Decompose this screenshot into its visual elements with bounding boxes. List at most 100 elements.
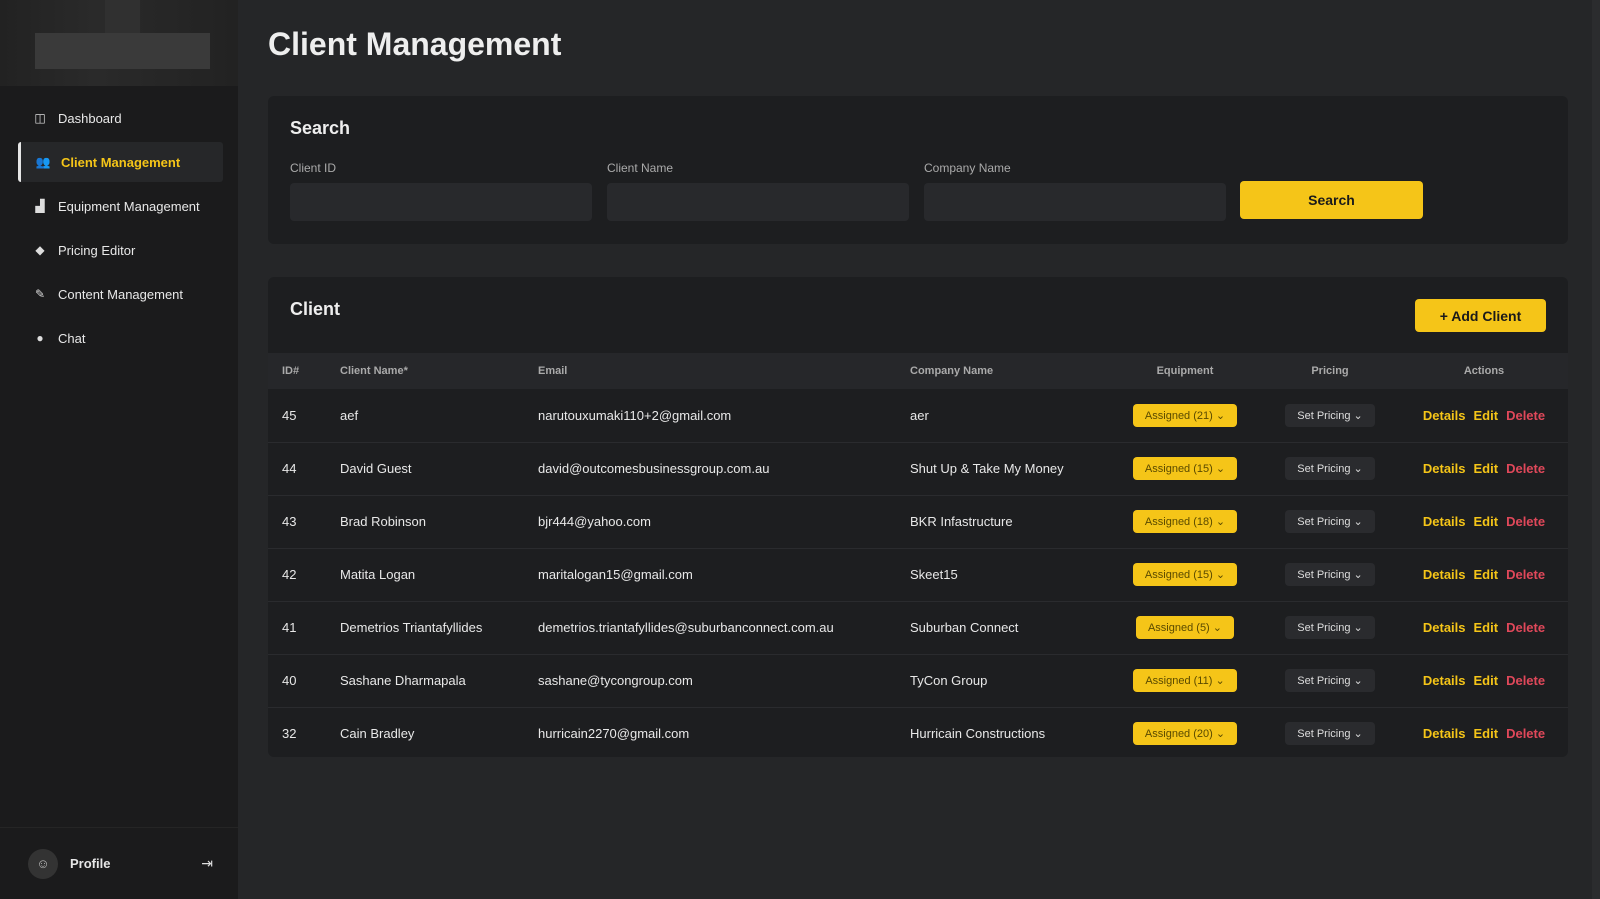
search-title: Search — [290, 118, 351, 138]
equipment-label: Assigned (18) — [1144, 516, 1213, 528]
client-email: bjr444@yahoo.com — [538, 495, 910, 549]
details-link[interactable]: Details — [1423, 567, 1466, 582]
company-name-label: Company Name — [924, 161, 1011, 175]
delete-link[interactable]: Delete — [1506, 726, 1545, 741]
dashboard-icon: ◫ — [34, 111, 46, 125]
edit-link[interactable]: Edit — [1474, 408, 1499, 423]
table-row: 45 aef narutouxumaki110+2@gmail.com aer … — [268, 389, 1568, 443]
company-name-input[interactable] — [924, 183, 1226, 221]
chevron-down-icon: ⌄ — [1215, 463, 1226, 475]
equipment-dropdown[interactable]: Assigned (20) ⌄ — [1132, 722, 1238, 746]
pricing-dropdown[interactable]: Set Pricing ⌄ — [1285, 563, 1375, 586]
logo-blurred — [0, 0, 238, 86]
equipment-dropdown[interactable]: Assigned (15) ⌄ — [1132, 563, 1238, 586]
pricing-dropdown[interactable]: Set Pricing ⌄ — [1285, 510, 1375, 533]
pricing-label: Set Pricing — [1297, 516, 1351, 528]
sidebar-item-equipment-management[interactable]: ▟ Equipment Management — [18, 186, 223, 226]
col-email: Email — [538, 365, 568, 377]
pricing-dropdown[interactable]: Set Pricing ⌄ — [1285, 403, 1375, 427]
client-email: hurricain2270@gmail.com — [538, 726, 690, 742]
table-row: 42 Matita Logan maritalogan15@gmail.com … — [268, 548, 1568, 602]
client-table: ID# Client Name* Email Company Name Equi… — [268, 353, 1568, 760]
pricing-dropdown[interactable]: Set Pricing ⌄ — [1285, 616, 1375, 639]
client-company: aer — [910, 389, 1110, 443]
pricing-dropdown[interactable]: Set Pricing ⌄ — [1285, 722, 1375, 746]
equipment-dropdown[interactable]: Assigned (5) ⌄ — [1135, 616, 1235, 639]
edit-link[interactable]: Edit — [1474, 567, 1499, 582]
equipment-dropdown[interactable]: Assigned (15) ⌄ — [1132, 457, 1238, 480]
col-company: Company Name — [910, 365, 994, 377]
edit-link[interactable]: Edit — [1474, 514, 1499, 529]
client-email: maritalogan15@gmail.com — [538, 548, 910, 602]
sidebar: ◫ Dashboard 👥 Client Management ▟ Equipment M… — [0, 0, 238, 899]
pricing-label: Set Pricing — [1297, 622, 1351, 634]
client-company: BKR Infastructure — [910, 495, 1110, 549]
edit-link[interactable]: Edit — [1474, 461, 1499, 476]
sidebar-item-client-management[interactable]: 👥 Client Management — [18, 142, 223, 182]
chevron-down-icon: ⌄ — [1353, 409, 1363, 422]
client-card: Client + Add Client ID# Client Name* Ema… — [268, 277, 1568, 757]
delete-link[interactable]: Delete — [1506, 567, 1545, 582]
page-title: Client Management — [268, 26, 562, 62]
client-name-field: Client Name — [607, 161, 909, 221]
sidebar-item-chat[interactable]: ● Chat — [18, 318, 223, 358]
client-id-input[interactable] — [290, 183, 592, 221]
pricing-label: Set Pricing — [1297, 728, 1351, 741]
users-icon: 👥 — [35, 155, 51, 169]
edit-link[interactable]: Edit — [1474, 726, 1499, 741]
details-link[interactable]: Details — [1423, 726, 1466, 741]
pricing-dropdown[interactable]: Set Pricing ⌄ — [1285, 669, 1375, 692]
profile-link[interactable]: Profile — [70, 856, 201, 871]
client-company: Shut Up & Take My Money — [910, 442, 1110, 496]
client-company: Hurricain Constructions — [910, 726, 1046, 742]
equipment-dropdown[interactable]: Assigned (21) ⌄ — [1132, 403, 1238, 427]
details-link[interactable]: Details — [1423, 673, 1466, 688]
delete-link[interactable]: Delete — [1506, 514, 1545, 529]
table-row: 40 Sashane Dharmapala sashane@tycongroup… — [268, 654, 1568, 708]
pricing-label: Set Pricing — [1297, 569, 1351, 581]
details-link[interactable]: Details — [1423, 514, 1466, 529]
delete-link[interactable]: Delete — [1506, 461, 1545, 476]
client-id-field: Client ID — [290, 161, 592, 221]
details-link[interactable]: Details — [1423, 461, 1466, 476]
equipment-dropdown[interactable]: Assigned (11) ⌄ — [1133, 669, 1237, 692]
pricing-label: Set Pricing — [1297, 463, 1351, 475]
equipment-label: Assigned (20) — [1144, 728, 1213, 741]
pricing-dropdown[interactable]: Set Pricing ⌄ — [1285, 457, 1375, 480]
col-actions: Actions — [1463, 365, 1505, 377]
equipment-label: Assigned (21) — [1144, 409, 1213, 422]
delete-link[interactable]: Delete — [1506, 408, 1545, 423]
client-name-label: Client Name — [607, 161, 674, 175]
add-client-button[interactable]: + Add Client — [1415, 299, 1546, 332]
details-link[interactable]: Details — [1423, 620, 1466, 635]
scrollbar[interactable] — [1592, 0, 1600, 899]
client-email: narutouxumaki110+2@gmail.com — [538, 389, 910, 443]
table-row: 32 Cain Bradley hurricain2270@gmail.com … — [268, 707, 1568, 760]
details-link[interactable]: Details — [1423, 408, 1466, 423]
company-name-field: Company Name — [924, 161, 1226, 221]
sidebar-item-dashboard[interactable]: ◫ Dashboard — [18, 98, 223, 138]
col-client-name[interactable]: Client Name* — [340, 353, 538, 389]
equipment-label: Assigned (5) — [1147, 622, 1210, 634]
client-name: Sashane Dharmapala — [340, 654, 538, 708]
client-email: david@outcomesbusinessgroup.com.au — [538, 442, 910, 496]
delete-link[interactable]: Delete — [1506, 620, 1545, 635]
chevron-down-icon: ⌄ — [1215, 516, 1226, 528]
client-company: Suburban Connect — [910, 601, 1110, 655]
pricing-label: Set Pricing — [1297, 675, 1351, 687]
client-id: 41 — [268, 601, 340, 655]
client-company: Skeet15 — [910, 548, 1110, 602]
edit-link[interactable]: Edit — [1474, 620, 1499, 635]
sidebar-item-content-management[interactable]: ✎ Content Management — [18, 274, 223, 314]
equipment-dropdown[interactable]: Assigned (18) ⌄ — [1132, 510, 1238, 533]
chevron-down-icon: ⌄ — [1212, 622, 1223, 634]
sidebar-item-pricing-editor[interactable]: ◆ Pricing Editor — [18, 230, 223, 270]
client-name-input[interactable] — [607, 183, 909, 221]
profile-section: ☺ Profile ⇥ — [0, 827, 238, 899]
client-id: 42 — [268, 548, 340, 602]
logout-icon[interactable]: ⇥ — [201, 855, 213, 872]
avatar-icon[interactable]: ☺ — [28, 848, 58, 879]
delete-link[interactable]: Delete — [1506, 673, 1545, 688]
search-button[interactable]: Search — [1240, 181, 1423, 219]
edit-link[interactable]: Edit — [1474, 673, 1499, 688]
